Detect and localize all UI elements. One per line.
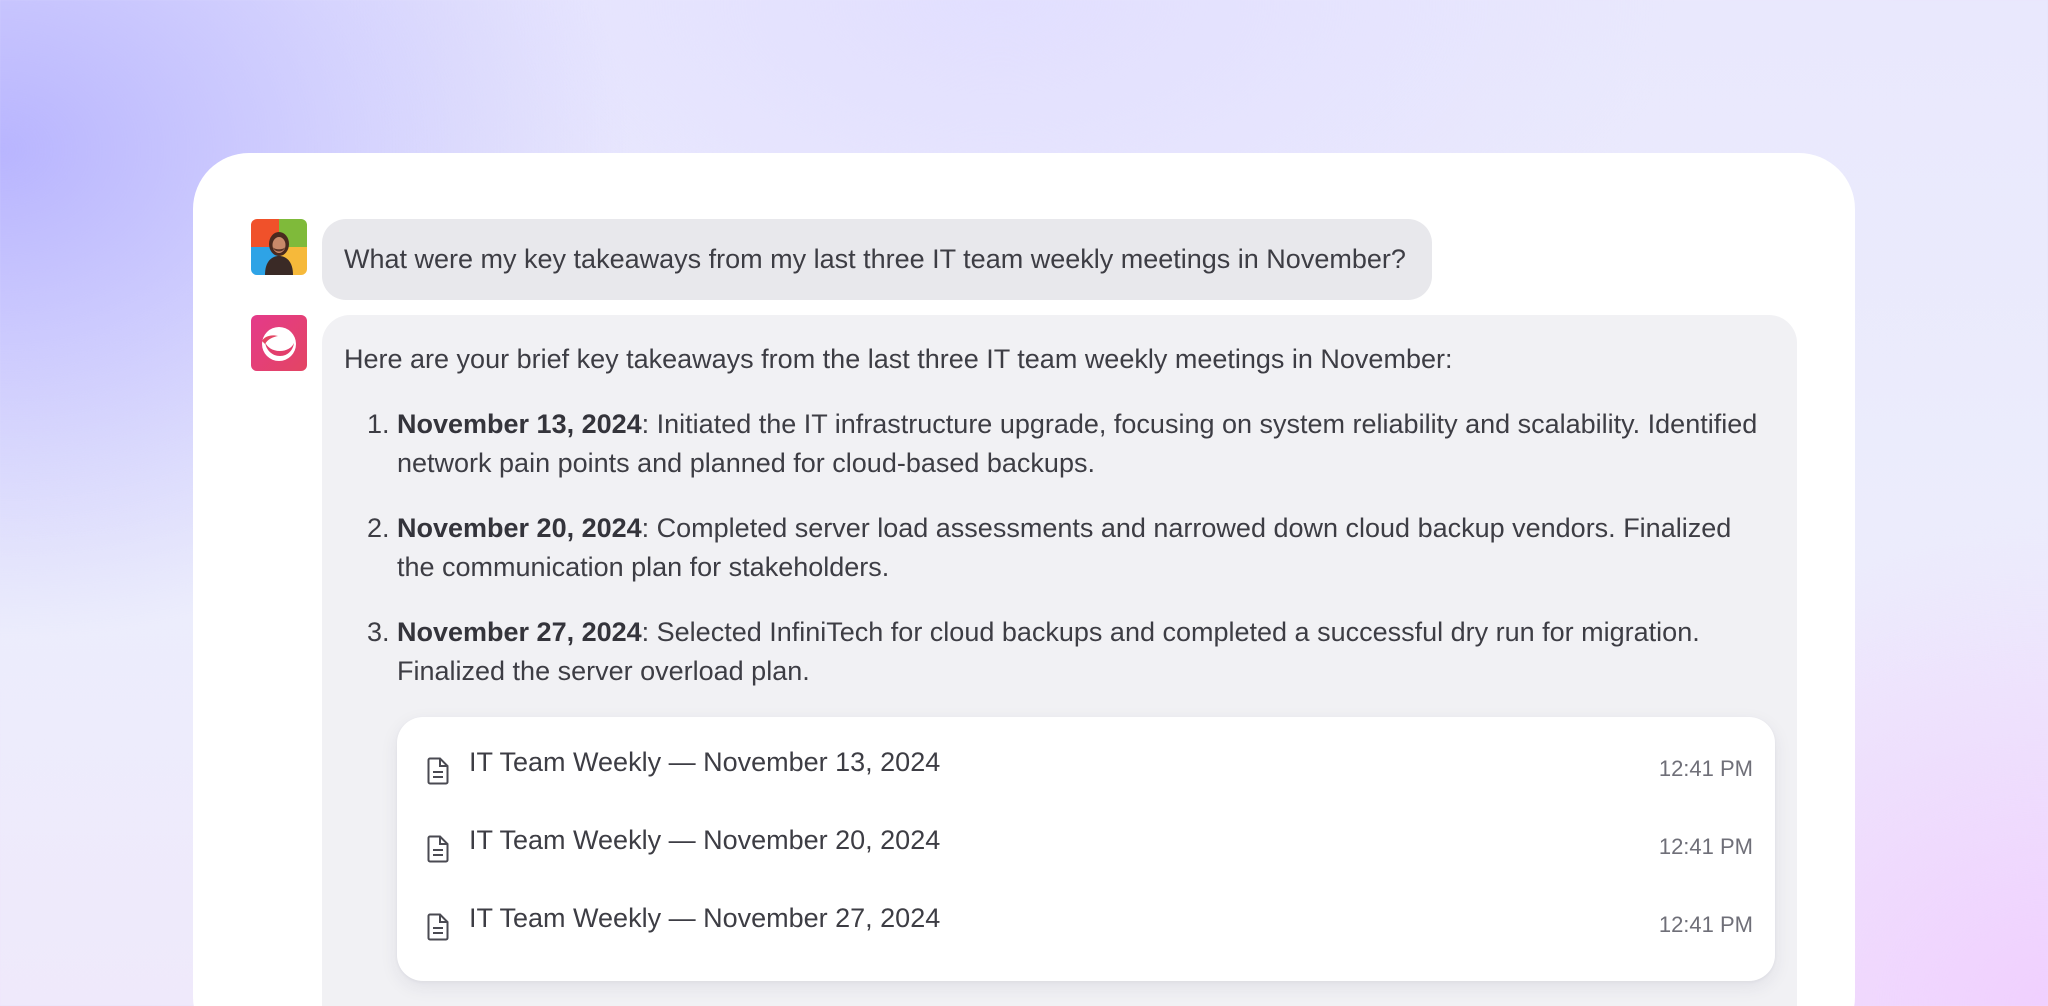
source-time: 12:41 PM bbox=[1658, 912, 1753, 937]
user-message-text: What were my key takeaways from my last … bbox=[344, 244, 1406, 274]
source-item[interactable]: IT Team Weekly — November 13, 2024 12:41… bbox=[397, 735, 1775, 795]
takeaway-date: November 27, 2024 bbox=[397, 617, 642, 647]
source-time: 12:41 PM bbox=[1658, 834, 1753, 859]
source-item[interactable]: IT Team Weekly — November 27, 2024 12:41… bbox=[397, 891, 1775, 951]
source-title: IT Team Weekly — November 20, 2024 bbox=[469, 825, 941, 855]
takeaway-item: November 13, 2024: Initiated the IT infr… bbox=[397, 405, 1775, 483]
user-avatar bbox=[251, 219, 307, 275]
source-time: 12:41 PM bbox=[1658, 756, 1753, 781]
document-icon bbox=[427, 757, 449, 785]
document-icon bbox=[427, 835, 449, 863]
assistant-logo-icon bbox=[251, 315, 307, 371]
takeaway-date: November 13, 2024 bbox=[397, 409, 642, 439]
takeaway-item: November 20, 2024: Completed server load… bbox=[397, 509, 1775, 587]
source-title: IT Team Weekly — November 13, 2024 bbox=[469, 747, 941, 777]
assistant-intro-text: Here are your brief key takeaways from t… bbox=[344, 344, 1453, 374]
assistant-message-bubble: Here are your brief key takeaways from t… bbox=[322, 315, 1797, 1006]
source-title: IT Team Weekly — November 27, 2024 bbox=[469, 903, 941, 933]
sources-panel: IT Team Weekly — November 13, 2024 12:41… bbox=[397, 717, 1775, 981]
source-item[interactable]: IT Team Weekly — November 20, 2024 12:41… bbox=[397, 813, 1775, 873]
takeaway-item: November 27, 2024: Selected InfiniTech f… bbox=[397, 613, 1775, 691]
takeaways-list: November 13, 2024: Initiated the IT infr… bbox=[344, 405, 1775, 691]
user-message-bubble: What were my key takeaways from my last … bbox=[322, 219, 1432, 300]
document-icon bbox=[427, 913, 449, 941]
takeaway-date: November 20, 2024 bbox=[397, 513, 642, 543]
